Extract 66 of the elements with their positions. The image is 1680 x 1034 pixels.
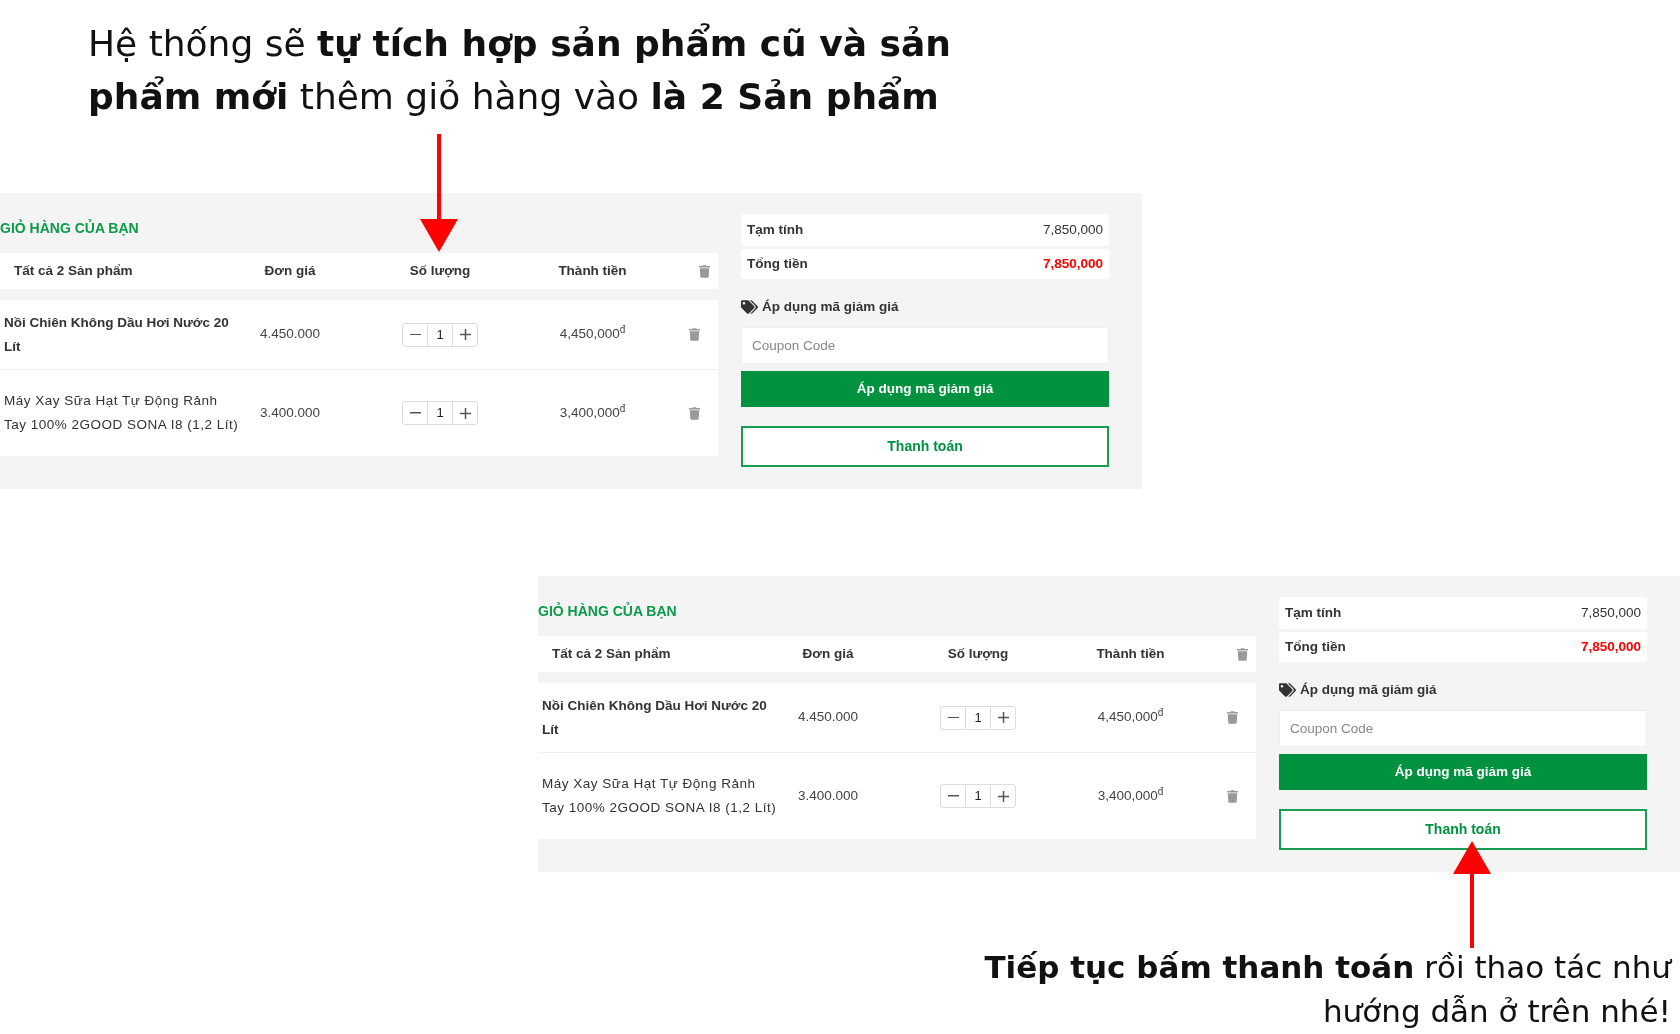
instruction-text: Tiếp tục bấm thanh toán rồi thao tác như hướng dẫn ở trên nhé! (983, 948, 1671, 1031)
increase-button[interactable] (452, 401, 478, 425)
product-name: Nồi Chiên Không Dầu Hơi Nước 20 Lít (542, 696, 768, 739)
trash-icon[interactable] (689, 406, 700, 420)
unit-price: 4.450.000 (259, 325, 321, 344)
minus-icon (947, 795, 959, 797)
apply-coupon-button[interactable]: Áp dụng mã giảm giá (741, 371, 1109, 407)
column-header: Đơn giá (802, 644, 854, 663)
cart-title: GIỎ HÀNG CỦA BẠN (538, 602, 677, 620)
trash-icon[interactable] (689, 328, 700, 341)
plus-icon (459, 329, 471, 340)
column-header: Tất cả 2 Sản phẩm (552, 644, 671, 663)
column-header: Thành tiền (558, 261, 627, 280)
summary-value: 7,850,000 (1580, 637, 1641, 656)
unit-price: 3.400.000 (259, 403, 321, 422)
coupon-field[interactable]: Coupon Code (1279, 710, 1647, 747)
column-header: Thành tiền (1096, 644, 1165, 663)
column-header: Số lượng (947, 644, 1009, 663)
trash-icon[interactable] (699, 264, 710, 278)
checkout-button[interactable]: Thanh toán (741, 426, 1109, 467)
line-total: 3,400,000$^{đ}$ (1097, 785, 1164, 805)
decrease-button[interactable] (402, 401, 428, 425)
column-header: Đơn giá (264, 261, 316, 280)
checkout-button[interactable]: Thanh toán (1279, 809, 1647, 850)
summary-label: Tổng tiền (1285, 637, 1346, 656)
plus-icon (997, 790, 1009, 802)
coupon-field[interactable]: Coupon Code (741, 327, 1109, 364)
summary-value: 7,850,000 (1042, 220, 1103, 239)
coupon-label: Áp dụng mã giảm giá (762, 297, 899, 316)
instruction-text: Hệ thống sẽ tự tích hợp sản phẩm cũ và sản phẩm mới thêm giỏ hàng vào là 2 Sản phẩm (88, 22, 952, 119)
line-total: 4,450,000$^{đ}$ (1097, 707, 1164, 727)
quantity-field[interactable]: 1 (966, 705, 990, 730)
minus-icon (409, 333, 421, 336)
coupon-label: Áp dụng mã giảm giá (1300, 680, 1437, 699)
decrease-button[interactable] (940, 784, 966, 808)
summary-label: Tạm tính (747, 220, 804, 239)
increase-button[interactable] (990, 784, 1016, 808)
product-name: Máy Xay Sữa Hạt Tự Động Rảnh Tay 100% 2GOOD SONA I8 (1,2 Lít) (4, 392, 240, 434)
summary-value: 7,850,000 (1580, 603, 1641, 622)
increase-button[interactable] (452, 322, 478, 347)
product-name: Máy Xay Sữa Hạt Tự Động Rảnh Tay 100% 2GOOD SONA I8 (1,2 Lít) (542, 775, 778, 817)
summary-label: Tạm tính (1285, 603, 1342, 622)
minus-icon (409, 412, 421, 414)
summary-value: 7,850,000 (1042, 254, 1103, 273)
trash-icon[interactable] (1227, 711, 1238, 724)
tags-icon (1279, 683, 1296, 697)
unit-price: 3.400.000 (797, 786, 859, 805)
product-name: Nồi Chiên Không Dầu Hơi Nước 20 Lít (4, 313, 230, 356)
cart-title: GIỎ HÀNG CỦA BẠN (0, 219, 139, 237)
column-header: Số lượng (409, 261, 471, 280)
quantity-field[interactable]: 1 (428, 322, 452, 347)
apply-coupon-button[interactable]: Áp dụng mã giảm giá (1279, 754, 1647, 790)
trash-icon[interactable] (1237, 647, 1248, 661)
line-total: 4,450,000$^{đ}$ (559, 324, 626, 344)
increase-button[interactable] (990, 705, 1016, 730)
plus-icon (997, 712, 1009, 723)
quantity-field[interactable]: 1 (966, 784, 990, 808)
minus-icon (947, 716, 959, 719)
trash-icon[interactable] (1227, 789, 1238, 803)
tags-icon (741, 300, 758, 314)
plus-icon (459, 407, 471, 419)
unit-price: 4.450.000 (797, 708, 859, 727)
line-total: 3,400,000$^{đ}$ (559, 402, 626, 422)
column-header: Tất cả 2 Sản phẩm (14, 261, 133, 280)
summary-label: Tổng tiền (747, 254, 808, 273)
quantity-field[interactable]: 1 (428, 401, 452, 425)
